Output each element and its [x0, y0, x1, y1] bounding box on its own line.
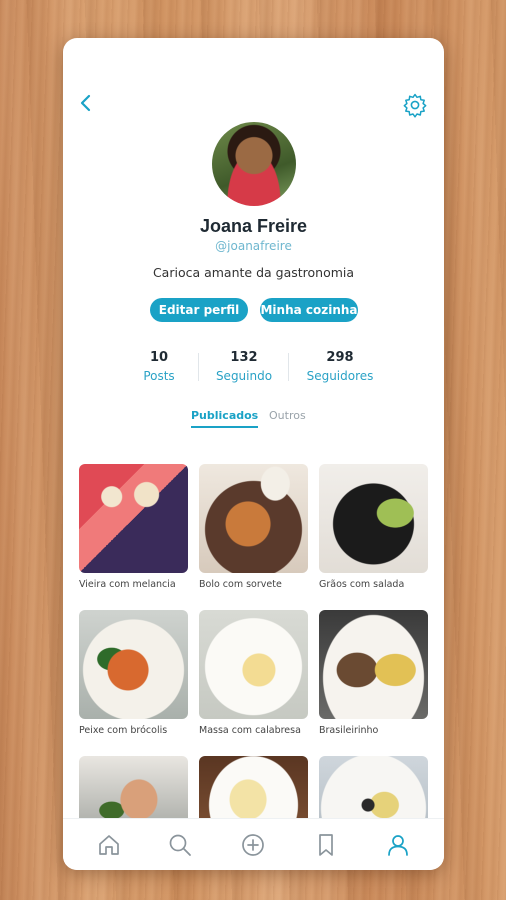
- post-tile[interactable]: [199, 756, 308, 818]
- post-tile[interactable]: Bolo com sorvete: [199, 464, 308, 590]
- post-tile[interactable]: Brasileirinho: [319, 610, 428, 736]
- post-caption: Vieira com melancia: [79, 579, 176, 590]
- stat-posts-label: Posts: [143, 369, 175, 383]
- search-icon: [169, 834, 191, 856]
- stat-following-label: Seguindo: [215, 369, 273, 383]
- stat-posts-value: 10: [149, 350, 169, 365]
- avatar[interactable]: [212, 122, 296, 206]
- post-image: [199, 610, 308, 719]
- nav-search[interactable]: [167, 832, 193, 858]
- edit-profile-button[interactable]: Editar perfil: [150, 298, 248, 322]
- post-tile[interactable]: Peixe com brócolis: [79, 610, 188, 736]
- post-tile[interactable]: Grãos com salada: [319, 464, 428, 590]
- stat-following-value: 132: [230, 350, 258, 365]
- post-caption: Bolo com sorvete: [199, 579, 282, 590]
- stat-followers-label: Seguidores: [306, 369, 374, 383]
- post-image: [79, 610, 188, 719]
- post-image: [199, 756, 308, 818]
- nav-saved[interactable]: [313, 832, 339, 858]
- stat-divider: [288, 353, 289, 381]
- post-image: [319, 464, 428, 573]
- post-image: [319, 756, 428, 818]
- user-icon: [388, 835, 408, 856]
- settings-button[interactable]: [402, 92, 428, 118]
- tab-others[interactable]: Outros: [269, 409, 306, 422]
- stat-following[interactable]: 132 Seguindo: [199, 350, 289, 383]
- post-tile[interactable]: Vieira com melancia: [79, 464, 188, 590]
- profile-bio: Carioca amante da gastronomia: [152, 265, 355, 280]
- chevron-left-icon: [80, 94, 91, 112]
- post-image: [79, 756, 188, 818]
- bookmark-icon: [319, 834, 333, 856]
- top-bar: [63, 38, 444, 118]
- post-caption: Grãos com salada: [319, 579, 405, 590]
- nav-home[interactable]: [96, 832, 122, 858]
- profile-name: Joana Freire: [199, 216, 308, 236]
- post-caption: Brasileirinho: [319, 725, 379, 736]
- bottom-nav: [63, 818, 444, 870]
- stat-posts[interactable]: 10 Posts: [114, 350, 204, 383]
- add-circle-icon: [242, 834, 264, 856]
- my-kitchen-button[interactable]: Minha cozinha: [260, 298, 358, 322]
- stat-followers[interactable]: 298 Seguidores: [295, 350, 385, 383]
- home-icon: [99, 835, 119, 855]
- gear-icon: [403, 93, 427, 118]
- post-caption: Massa com calabresa: [199, 725, 301, 736]
- nav-profile[interactable]: [385, 832, 411, 858]
- tab-published[interactable]: Publicados: [191, 409, 259, 428]
- post-image: [79, 464, 188, 573]
- stat-followers-value: 298: [326, 350, 354, 365]
- post-tile[interactable]: [79, 756, 188, 818]
- profile-card: Joana Freire @joanafreire Carioca amante…: [63, 38, 444, 870]
- back-button[interactable]: [75, 92, 97, 114]
- post-image: [319, 610, 428, 719]
- nav-add[interactable]: [240, 832, 266, 858]
- profile-handle[interactable]: @joanafreire: [63, 239, 444, 253]
- post-image: [199, 464, 308, 573]
- post-caption: Peixe com brócolis: [79, 725, 168, 736]
- post-tile[interactable]: Massa com calabresa: [199, 610, 308, 736]
- post-tile[interactable]: [319, 756, 428, 818]
- posts-grid: Vieira com melancia Bolo com sorvete Grã…: [79, 464, 429, 818]
